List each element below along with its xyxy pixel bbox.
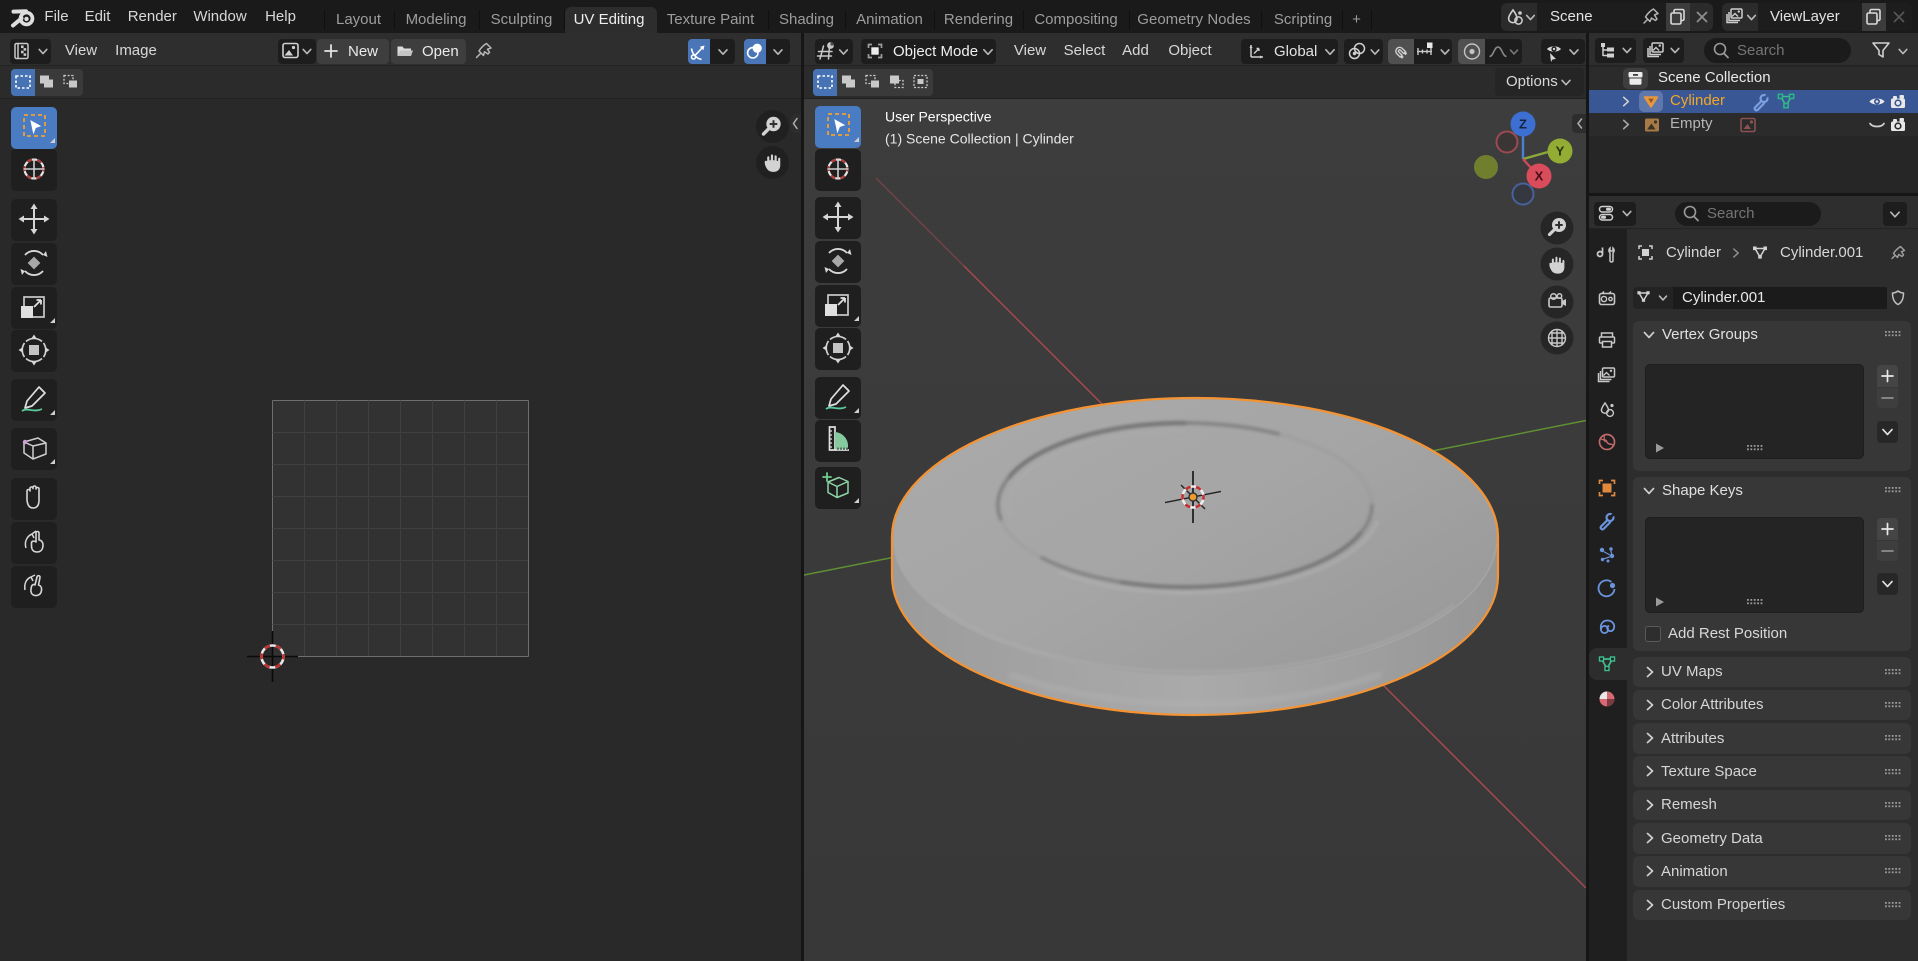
svg-text:Y: Y — [1556, 144, 1565, 159]
svg-text:X: X — [1535, 169, 1544, 184]
svg-text:Z: Z — [1519, 117, 1527, 132]
